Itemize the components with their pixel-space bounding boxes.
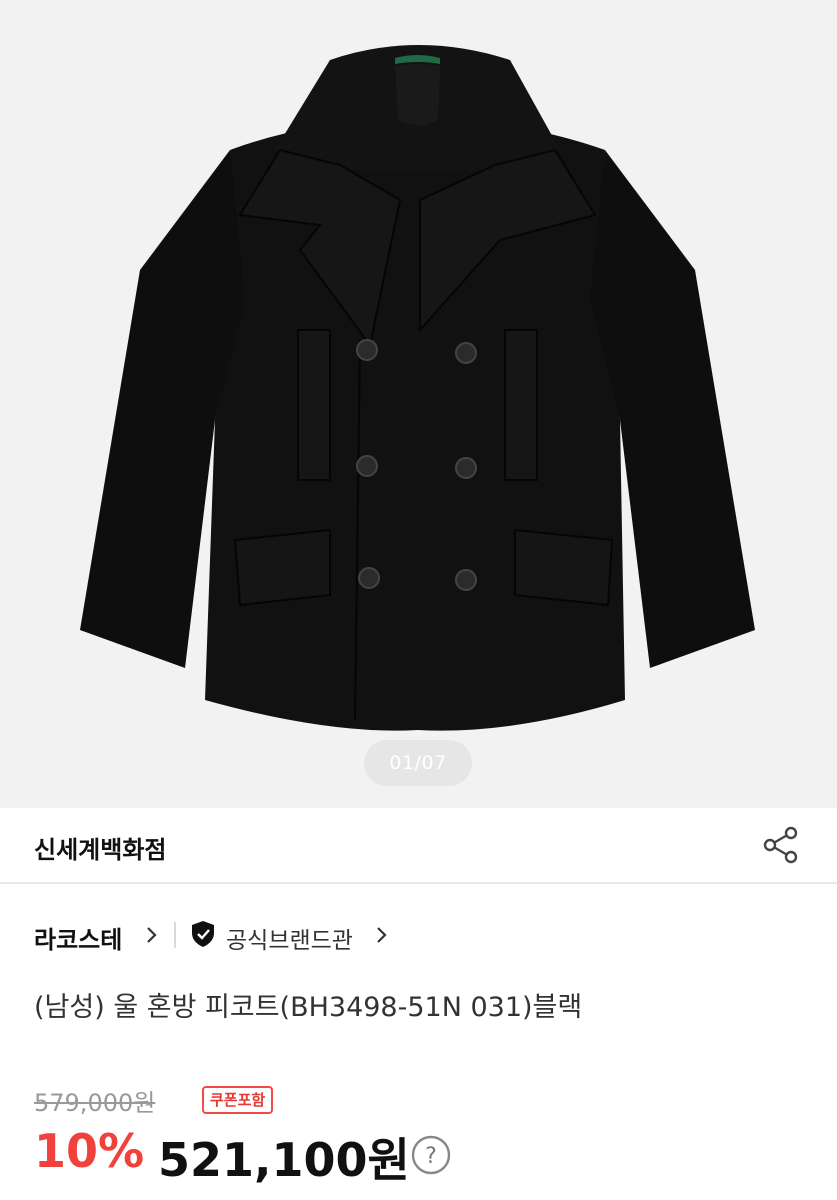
image-page-indicator: 01/07 bbox=[364, 740, 472, 786]
share-icon[interactable] bbox=[760, 823, 804, 867]
product-image bbox=[80, 45, 755, 731]
chevron-right-icon[interactable] bbox=[144, 922, 160, 948]
coupon-badge: 쿠폰포함 bbox=[202, 1086, 274, 1114]
question-circle-icon[interactable]: ? bbox=[410, 1134, 452, 1176]
store-header: 신세계백화점 bbox=[0, 808, 837, 884]
discount-rate: 10% bbox=[34, 1124, 145, 1178]
original-price: 579,000원 bbox=[34, 1089, 156, 1117]
shield-check-icon bbox=[192, 921, 214, 947]
store-name[interactable]: 신세계백화점 bbox=[34, 830, 166, 865]
svg-text:?: ? bbox=[425, 1144, 437, 1169]
divider bbox=[174, 922, 176, 948]
brand-link[interactable]: 라코스테 bbox=[34, 920, 122, 955]
brand-row: 라코스테 공식브랜드관 bbox=[34, 916, 814, 956]
sale-price: 521,100원 bbox=[158, 1133, 410, 1187]
official-brand-link[interactable]: 공식브랜드관 bbox=[226, 921, 353, 955]
chevron-right-icon[interactable] bbox=[374, 922, 390, 948]
product-image-carousel[interactable]: 01/07 bbox=[0, 0, 837, 808]
product-title: (남성) 울 혼방 피코트(BH3498-51N 031)블랙 bbox=[34, 992, 583, 1023]
